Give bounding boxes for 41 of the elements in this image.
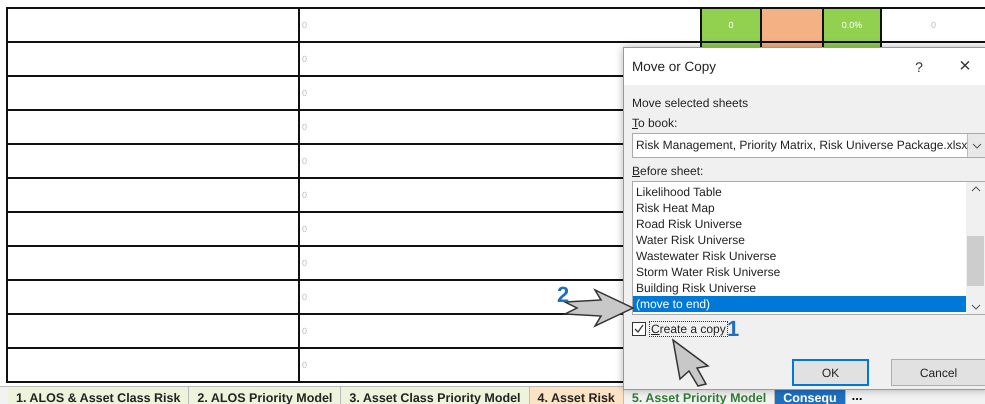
cancel-button[interactable]: Cancel [891, 359, 985, 386]
book-select[interactable]: Risk Management, Priority Matrix, Risk Universe Package.xlsx [632, 133, 985, 158]
help-button[interactable]: ? [896, 52, 942, 82]
cell-value: 0 [302, 326, 308, 336]
sheet-tab[interactable]: 1. ALOS & Asset Class Risk [8, 387, 190, 404]
list-item[interactable]: (move to end) [633, 296, 966, 312]
chevron-down-icon [972, 142, 982, 148]
cell-value: 0.0% [842, 20, 862, 30]
cell-value: 0 [302, 122, 308, 132]
field-label: Before sheet: [632, 163, 704, 180]
cell-value: 0 [302, 224, 308, 234]
list-item[interactable]: Water Risk Universe [633, 232, 966, 248]
more-tabs-button[interactable]: ... [846, 387, 869, 404]
cell-value: 0 [302, 156, 308, 166]
step-number: 2 [557, 282, 570, 308]
ok-button[interactable]: OK [792, 359, 869, 386]
list-item[interactable]: Likelihood Table [633, 184, 966, 200]
dialog-subtitle: Move selected sheets [632, 95, 750, 112]
list-item[interactable]: Storm Water Risk Universe [633, 264, 966, 280]
cell-value: 0 [728, 20, 734, 30]
scrollbar-thumb[interactable] [967, 236, 984, 286]
list-item[interactable]: Wastewater Risk Universe [633, 248, 966, 264]
checkbox[interactable] [632, 322, 646, 336]
cell-value: 0 [302, 88, 308, 98]
cell-value: 0 [302, 258, 308, 268]
list-item[interactable]: Road Risk Universe [633, 216, 966, 232]
cell-value: 0 [302, 54, 308, 64]
step-number: 1 [727, 316, 740, 342]
checkbox-label[interactable]: Create a copy [649, 321, 728, 337]
list-item[interactable]: Risk Heat Map [633, 200, 966, 216]
sheet-tab[interactable]: 4. Asset Risk [530, 387, 624, 404]
cell-value: 0 [302, 292, 308, 302]
check-icon [634, 324, 644, 334]
cell-value: 0 [930, 20, 936, 30]
field-label: To book: [632, 115, 678, 132]
cell-value: 0 [302, 20, 308, 30]
dialog-title: Move or Copy [632, 59, 718, 74]
cell-value: 0 [302, 190, 308, 200]
cell-value: 0 [302, 360, 308, 370]
list-item[interactable]: Building Risk Universe [633, 280, 966, 296]
close-button[interactable]: × [942, 52, 985, 82]
